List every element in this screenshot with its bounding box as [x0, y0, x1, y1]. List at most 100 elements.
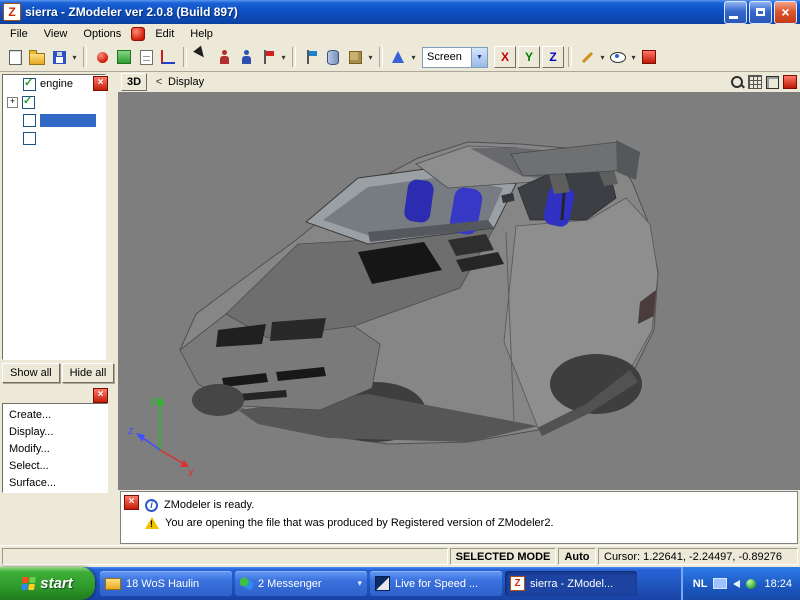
menu-help[interactable]: Help: [182, 26, 221, 42]
viewport-3d[interactable]: y z x: [118, 92, 800, 490]
menu-file[interactable]: File: [2, 26, 36, 42]
minimize-icon: [729, 15, 738, 19]
taskbar-item-wos-haulin[interactable]: 18 WoS Haulin: [100, 571, 232, 596]
checkbox-checked-icon[interactable]: [23, 76, 36, 91]
draw-dropdown-icon[interactable]: [598, 46, 607, 68]
menu-options[interactable]: Options: [75, 26, 129, 42]
expand-view-icon[interactable]: [766, 75, 779, 89]
command-surface[interactable]: Surface...: [3, 474, 107, 491]
zmodeler-icon: Z: [510, 576, 525, 591]
viewport-close-icon[interactable]: [783, 75, 797, 89]
view-dropdown-icon[interactable]: [629, 46, 638, 68]
cone-primitive-icon[interactable]: [387, 46, 409, 68]
taskbar-item-messenger[interactable]: 2 Messenger ▾: [235, 571, 367, 596]
taskbar-item-zmodeler[interactable]: Z sierra - ZModel...: [505, 571, 637, 596]
save-file-icon[interactable]: [48, 46, 70, 68]
lfs-icon: [375, 576, 390, 591]
tree-row-group[interactable]: [3, 93, 105, 111]
status-selected-mode: SELECTED MODE: [450, 548, 556, 565]
new-file-icon[interactable]: [4, 46, 26, 68]
separator: [183, 47, 187, 67]
floppy-icon: [52, 50, 66, 64]
zoom-icon[interactable]: [731, 75, 744, 89]
taskbar-item-label: 18 WoS Haulin: [126, 577, 200, 590]
combo-arrow-icon[interactable]: [471, 47, 487, 67]
separator: [83, 47, 87, 67]
axis-y-button[interactable]: Y: [518, 46, 540, 68]
tree-row-engine[interactable]: engine: [3, 75, 105, 93]
start-button[interactable]: start: [0, 567, 95, 600]
message-panel: ZModeler is ready. You are opening the f…: [120, 491, 798, 544]
display-tray-icon[interactable]: [713, 578, 728, 589]
axis-z-button[interactable]: Z: [542, 46, 564, 68]
shield-tray-icon[interactable]: [746, 578, 757, 589]
tree-row[interactable]: [3, 129, 105, 147]
hide-all-button[interactable]: Hide all: [61, 363, 115, 383]
checkbox-checked-icon[interactable]: [22, 94, 35, 109]
status-auto[interactable]: Auto: [558, 548, 596, 565]
back-arrow-icon[interactable]: <: [153, 76, 165, 88]
command-select[interactable]: Select...: [3, 457, 107, 474]
axes-icon: [161, 50, 175, 64]
checkbox-unchecked-icon[interactable]: [23, 113, 36, 127]
polygons-mode-icon[interactable]: [257, 46, 279, 68]
menu-view[interactable]: View: [36, 26, 76, 42]
create-flag-icon[interactable]: [300, 46, 322, 68]
record-icon[interactable]: [131, 26, 146, 41]
notes-icon[interactable]: [135, 46, 157, 68]
grid-icon[interactable]: [748, 75, 762, 89]
red-square-icon: [642, 50, 656, 64]
tree-item-label: engine: [40, 78, 74, 90]
command-panel-close-icon[interactable]: [93, 388, 108, 403]
vertices-mode-icon[interactable]: [213, 46, 235, 68]
minimize-button[interactable]: [724, 0, 747, 24]
command-modify[interactable]: Modify...: [3, 440, 107, 457]
language-indicator[interactable]: NL: [693, 578, 708, 590]
cone-dropdown-icon[interactable]: [409, 46, 418, 68]
selection-highlight: [40, 113, 96, 127]
extra-tool-icon[interactable]: [638, 46, 660, 68]
close-button[interactable]: ×: [774, 0, 797, 24]
materials-icon[interactable]: [113, 46, 135, 68]
maximize-button[interactable]: [749, 0, 772, 24]
message-panel-close-icon[interactable]: [124, 495, 139, 510]
tree-row-selected[interactable]: [3, 111, 105, 129]
view-tool-icon[interactable]: [607, 46, 629, 68]
open-file-icon[interactable]: [26, 46, 48, 68]
cylinder-primitive-icon[interactable]: [322, 46, 344, 68]
checkbox-unchecked-icon[interactable]: [23, 131, 36, 145]
axis-x-button[interactable]: X: [494, 46, 516, 68]
show-all-button[interactable]: Show all: [2, 363, 60, 383]
draw-tool-icon[interactable]: [576, 46, 598, 68]
viewport-view-label[interactable]: Display: [168, 76, 731, 88]
tree-close-icon[interactable]: [93, 76, 108, 91]
viewport-mode-button[interactable]: 3D: [121, 73, 147, 91]
menu-edit[interactable]: Edit: [147, 26, 182, 42]
screen-space-dropdown[interactable]: Screen: [422, 46, 488, 68]
select-arrow-icon[interactable]: [191, 45, 213, 68]
save-dropdown-icon[interactable]: [70, 46, 79, 68]
svg-text:z: z: [127, 425, 134, 437]
mode-dropdown-icon[interactable]: [279, 46, 288, 68]
volume-tray-icon[interactable]: [733, 579, 741, 588]
flag-red-icon: [262, 50, 274, 64]
svg-text:x: x: [187, 467, 194, 478]
box-primitive-icon[interactable]: [344, 46, 366, 68]
scene-tree-panel: engine: [2, 74, 106, 360]
command-display[interactable]: Display...: [3, 423, 107, 440]
expander-plus-icon[interactable]: [7, 96, 18, 108]
primitive-dropdown-icon[interactable]: [366, 46, 375, 68]
command-panel: Create... Display... Modify... Select...…: [2, 403, 108, 493]
local-axes-icon[interactable]: [157, 46, 179, 68]
import-tool-icon[interactable]: [91, 46, 113, 68]
cylinder-icon: [327, 49, 339, 65]
separator: [379, 47, 383, 67]
command-create[interactable]: Create...: [3, 406, 107, 423]
info-icon: [145, 498, 158, 512]
eye-icon: [610, 51, 626, 63]
edges-mode-icon[interactable]: [235, 46, 257, 68]
taskbar-items: 18 WoS Haulin 2 Messenger ▾ Live for Spe…: [100, 571, 637, 596]
title-bar[interactable]: Z sierra - ZModeler ver 2.0.8 (Build 897…: [0, 0, 800, 24]
taskbar-item-live-for-speed[interactable]: Live for Speed ...: [370, 571, 502, 596]
notepad-icon: [139, 49, 153, 65]
